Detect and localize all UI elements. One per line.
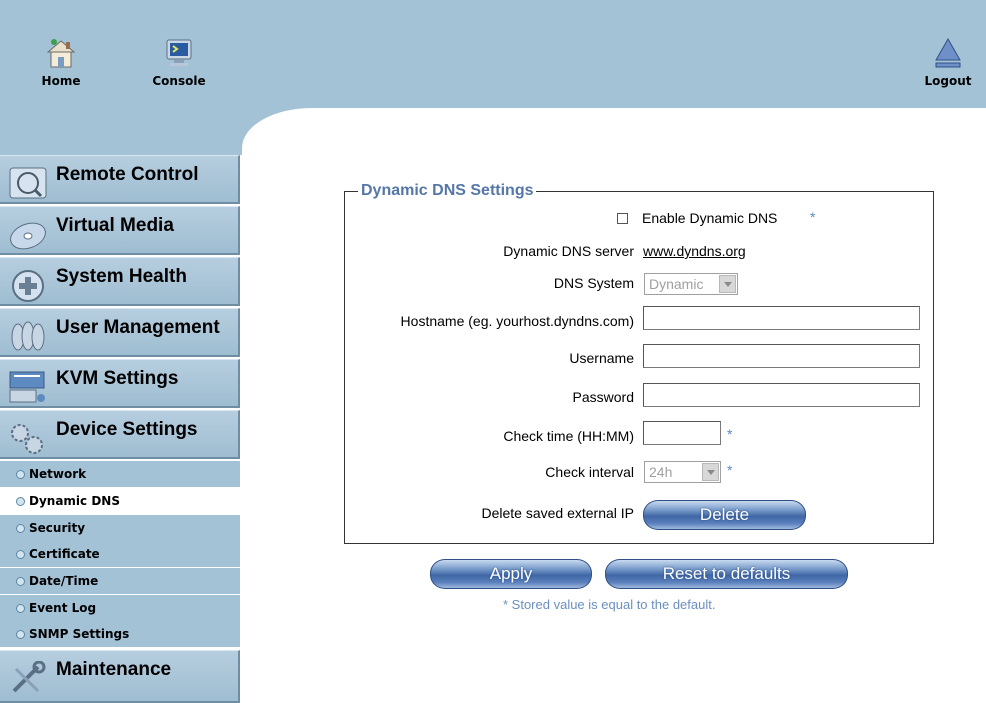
disc-icon [10,222,46,250]
users-icon [11,321,45,351]
subnav-label: Network [29,467,87,481]
home-icon [46,39,76,68]
dns-system-value: Dynamic [649,276,704,292]
subnav-label: Dynamic DNS [29,494,120,508]
nav-label: User Management [56,317,220,338]
nav-virtual-media[interactable]: Virtual Media [0,206,240,255]
subnav-certificate[interactable]: Certificate [0,541,240,567]
health-icon [12,270,44,302]
delete-button[interactable]: Delete [643,500,806,530]
dns-system-label: DNS System [553,275,634,291]
kvm-icon [9,371,45,403]
bullet-icon [16,524,25,533]
console-label: Console [152,74,206,88]
subnav-date-time[interactable]: Date/Time [0,568,240,594]
nav-label: Remote Control [56,164,199,185]
subnav-label: Certificate [29,547,100,561]
logout-link[interactable]: Logout [918,36,978,88]
nav-label: System Health [56,266,187,287]
maintenance-icon [12,661,46,693]
nav-label: KVM Settings [56,368,179,389]
check-interval-label: Check interval [545,464,634,480]
username-label: Username [569,350,634,366]
nav-maintenance[interactable]: Maintenance [0,650,240,703]
subnav-snmp-settings[interactable]: SNMP Settings [0,621,240,647]
bullet-icon [16,604,25,613]
hostname-input[interactable] [643,306,920,330]
check-time-label: Check time (HH:MM) [503,428,634,444]
nav-remote-control[interactable]: Remote Control [0,155,240,204]
eject-icon [935,37,961,68]
nav-label: Virtual Media [56,215,174,236]
console-icon [166,39,192,66]
bullet-icon [16,497,25,506]
hostname-label: Hostname (eg. yourhost.dyndns.com) [400,313,634,329]
subnav-network[interactable]: Network [0,461,240,487]
password-input[interactable] [643,383,920,407]
dns-server-link[interactable]: www.dyndns.org [643,243,746,259]
enable-dynamic-dns-label: Enable Dynamic DNS [642,210,778,226]
bullet-icon [16,630,25,639]
home-link[interactable]: Home [36,36,86,88]
enable-dynamic-dns-checkbox[interactable] [617,213,628,224]
nav-label: Maintenance [56,659,172,680]
nav-kvm-settings[interactable]: KVM Settings [0,359,240,408]
bullet-icon [16,470,25,479]
subnav-event-log[interactable]: Event Log [0,595,240,621]
nav-system-health[interactable]: System Health [0,257,240,306]
check-time-input[interactable] [643,421,721,445]
remote-control-icon [9,167,47,199]
logout-label: Logout [924,74,972,88]
reset-defaults-button[interactable]: Reset to defaults [605,559,848,589]
check-interval-value: 24h [649,464,673,480]
nav-label: Device Settings [56,419,198,440]
subnav-label: Security [29,521,86,535]
apply-button[interactable]: Apply [430,559,592,589]
gears-icon [11,424,43,454]
subnav-label: Date/Time [29,574,99,588]
subnav-label: Event Log [29,601,97,615]
chevron-down-icon [702,463,719,481]
default-star: * [727,426,733,442]
bullet-icon [16,550,25,559]
password-label: Password [572,389,634,405]
nav-user-management[interactable]: User Management [0,308,240,357]
subnav-label: SNMP Settings [29,627,130,641]
console-link[interactable]: Console [144,36,214,88]
bullet-icon [16,577,25,586]
dns-system-select[interactable]: Dynamic [644,273,738,295]
fieldset-legend: Dynamic DNS Settings [358,182,537,200]
subnav-security[interactable]: Security [0,515,240,541]
default-star: * [810,209,816,225]
delete-ip-label: Delete saved external IP [481,505,634,521]
username-input[interactable] [643,344,920,368]
default-note: * Stored value is equal to the default. [503,597,716,612]
nav-device-settings[interactable]: Device Settings [0,410,240,459]
default-star: * [727,462,733,478]
dns-server-label: Dynamic DNS server [503,243,634,259]
chevron-down-icon [719,275,736,293]
check-interval-select[interactable]: 24h [644,461,721,483]
home-label: Home [41,74,81,88]
subnav-dynamic-dns[interactable]: Dynamic DNS [0,488,240,514]
